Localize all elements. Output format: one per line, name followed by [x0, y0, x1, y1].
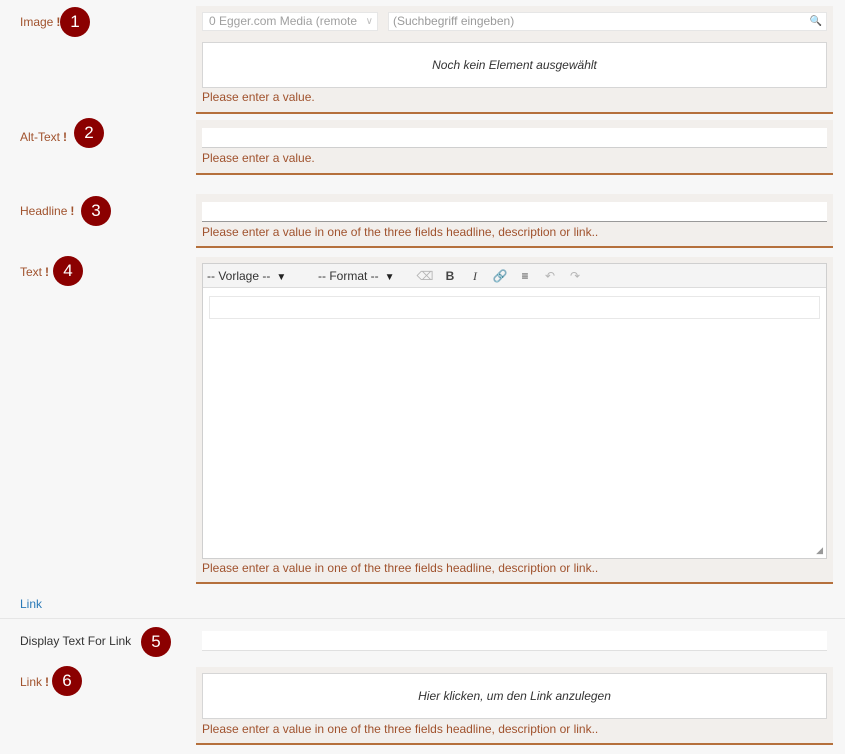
required-mark: ! [45, 675, 50, 689]
required-mark: ! [45, 265, 50, 279]
image-label: Image! [20, 15, 61, 29]
chevron-down-icon: ▼ [384, 272, 395, 283]
italic-icon[interactable]: I [465, 267, 485, 285]
text-error: Please enter a value in one of the three… [202, 561, 599, 575]
undo-icon[interactable]: ↶ [540, 267, 560, 285]
chevron-down-icon: ▼ [276, 272, 287, 283]
step-badge-1: 1 [60, 7, 90, 37]
alt-text-error: Please enter a value. [202, 151, 315, 165]
rich-text-editor: -- Vorlage -- ▼ -- Format -- ▼ ⌫ B I 🔗 ≡ ↶… [202, 263, 827, 559]
search-icon[interactable]: 🔍 [810, 13, 822, 30]
image-error: Please enter a value. [202, 90, 315, 104]
headline-label: Headline! [20, 204, 75, 218]
image-field: 0 Egger.com Media (remote ∨ (Suchbegriff… [196, 6, 833, 114]
link-section-title[interactable]: Link [20, 597, 42, 611]
image-selection-box[interactable]: Noch kein Element ausgewählt [202, 42, 827, 88]
display-text-input[interactable] [202, 631, 827, 651]
search-input[interactable]: (Suchbegriff eingeben) 🔍 [388, 12, 827, 31]
link-label: Link! [20, 675, 50, 689]
required-mark: ! [63, 130, 68, 144]
step-badge-5: 5 [141, 627, 171, 657]
resize-handle-icon[interactable]: ◢ [816, 545, 823, 556]
text-label: Text! [20, 265, 50, 279]
alt-text-label: Alt-Text! [20, 130, 68, 144]
link-error: Please enter a value in one of the three… [202, 722, 599, 736]
chevron-down-icon: ∨ [365, 16, 373, 27]
display-text-label: Display Text For Link [20, 634, 132, 648]
step-badge-6: 6 [52, 666, 82, 696]
editor-content-area[interactable] [209, 296, 820, 319]
link-create-box[interactable]: Hier klicken, um den Link anzulegen [202, 673, 827, 719]
link-field: Hier klicken, um den Link anzulegen Plea… [196, 667, 833, 745]
redo-icon[interactable]: ↷ [565, 267, 585, 285]
list-icon[interactable]: ≡ [515, 267, 535, 285]
required-mark: ! [70, 204, 75, 218]
alt-text-input[interactable] [202, 128, 827, 148]
step-badge-3: 3 [81, 196, 111, 226]
step-badge-4: 4 [53, 256, 83, 286]
headline-field: Please enter a value in one of the three… [196, 194, 833, 248]
section-divider [0, 618, 845, 619]
eraser-icon[interactable]: ⌫ [415, 267, 435, 285]
link-icon[interactable]: 🔗 [490, 267, 510, 285]
step-badge-2: 2 [74, 118, 104, 148]
headline-error: Please enter a value in one of the three… [202, 225, 599, 239]
alt-text-field: Please enter a value. [196, 120, 833, 175]
text-field: -- Vorlage -- ▼ -- Format -- ▼ ⌫ B I 🔗 ≡ ↶… [196, 257, 833, 584]
editor-toolbar: -- Vorlage -- ▼ -- Format -- ▼ ⌫ B I 🔗 ≡ ↶… [203, 264, 826, 288]
headline-input[interactable] [202, 202, 827, 222]
media-source-select[interactable]: 0 Egger.com Media (remote ∨ [202, 12, 378, 31]
template-select[interactable]: -- Vorlage -- ▼ [207, 267, 286, 285]
bold-icon[interactable]: B [440, 267, 460, 285]
format-select[interactable]: -- Format -- ▼ [318, 267, 395, 285]
